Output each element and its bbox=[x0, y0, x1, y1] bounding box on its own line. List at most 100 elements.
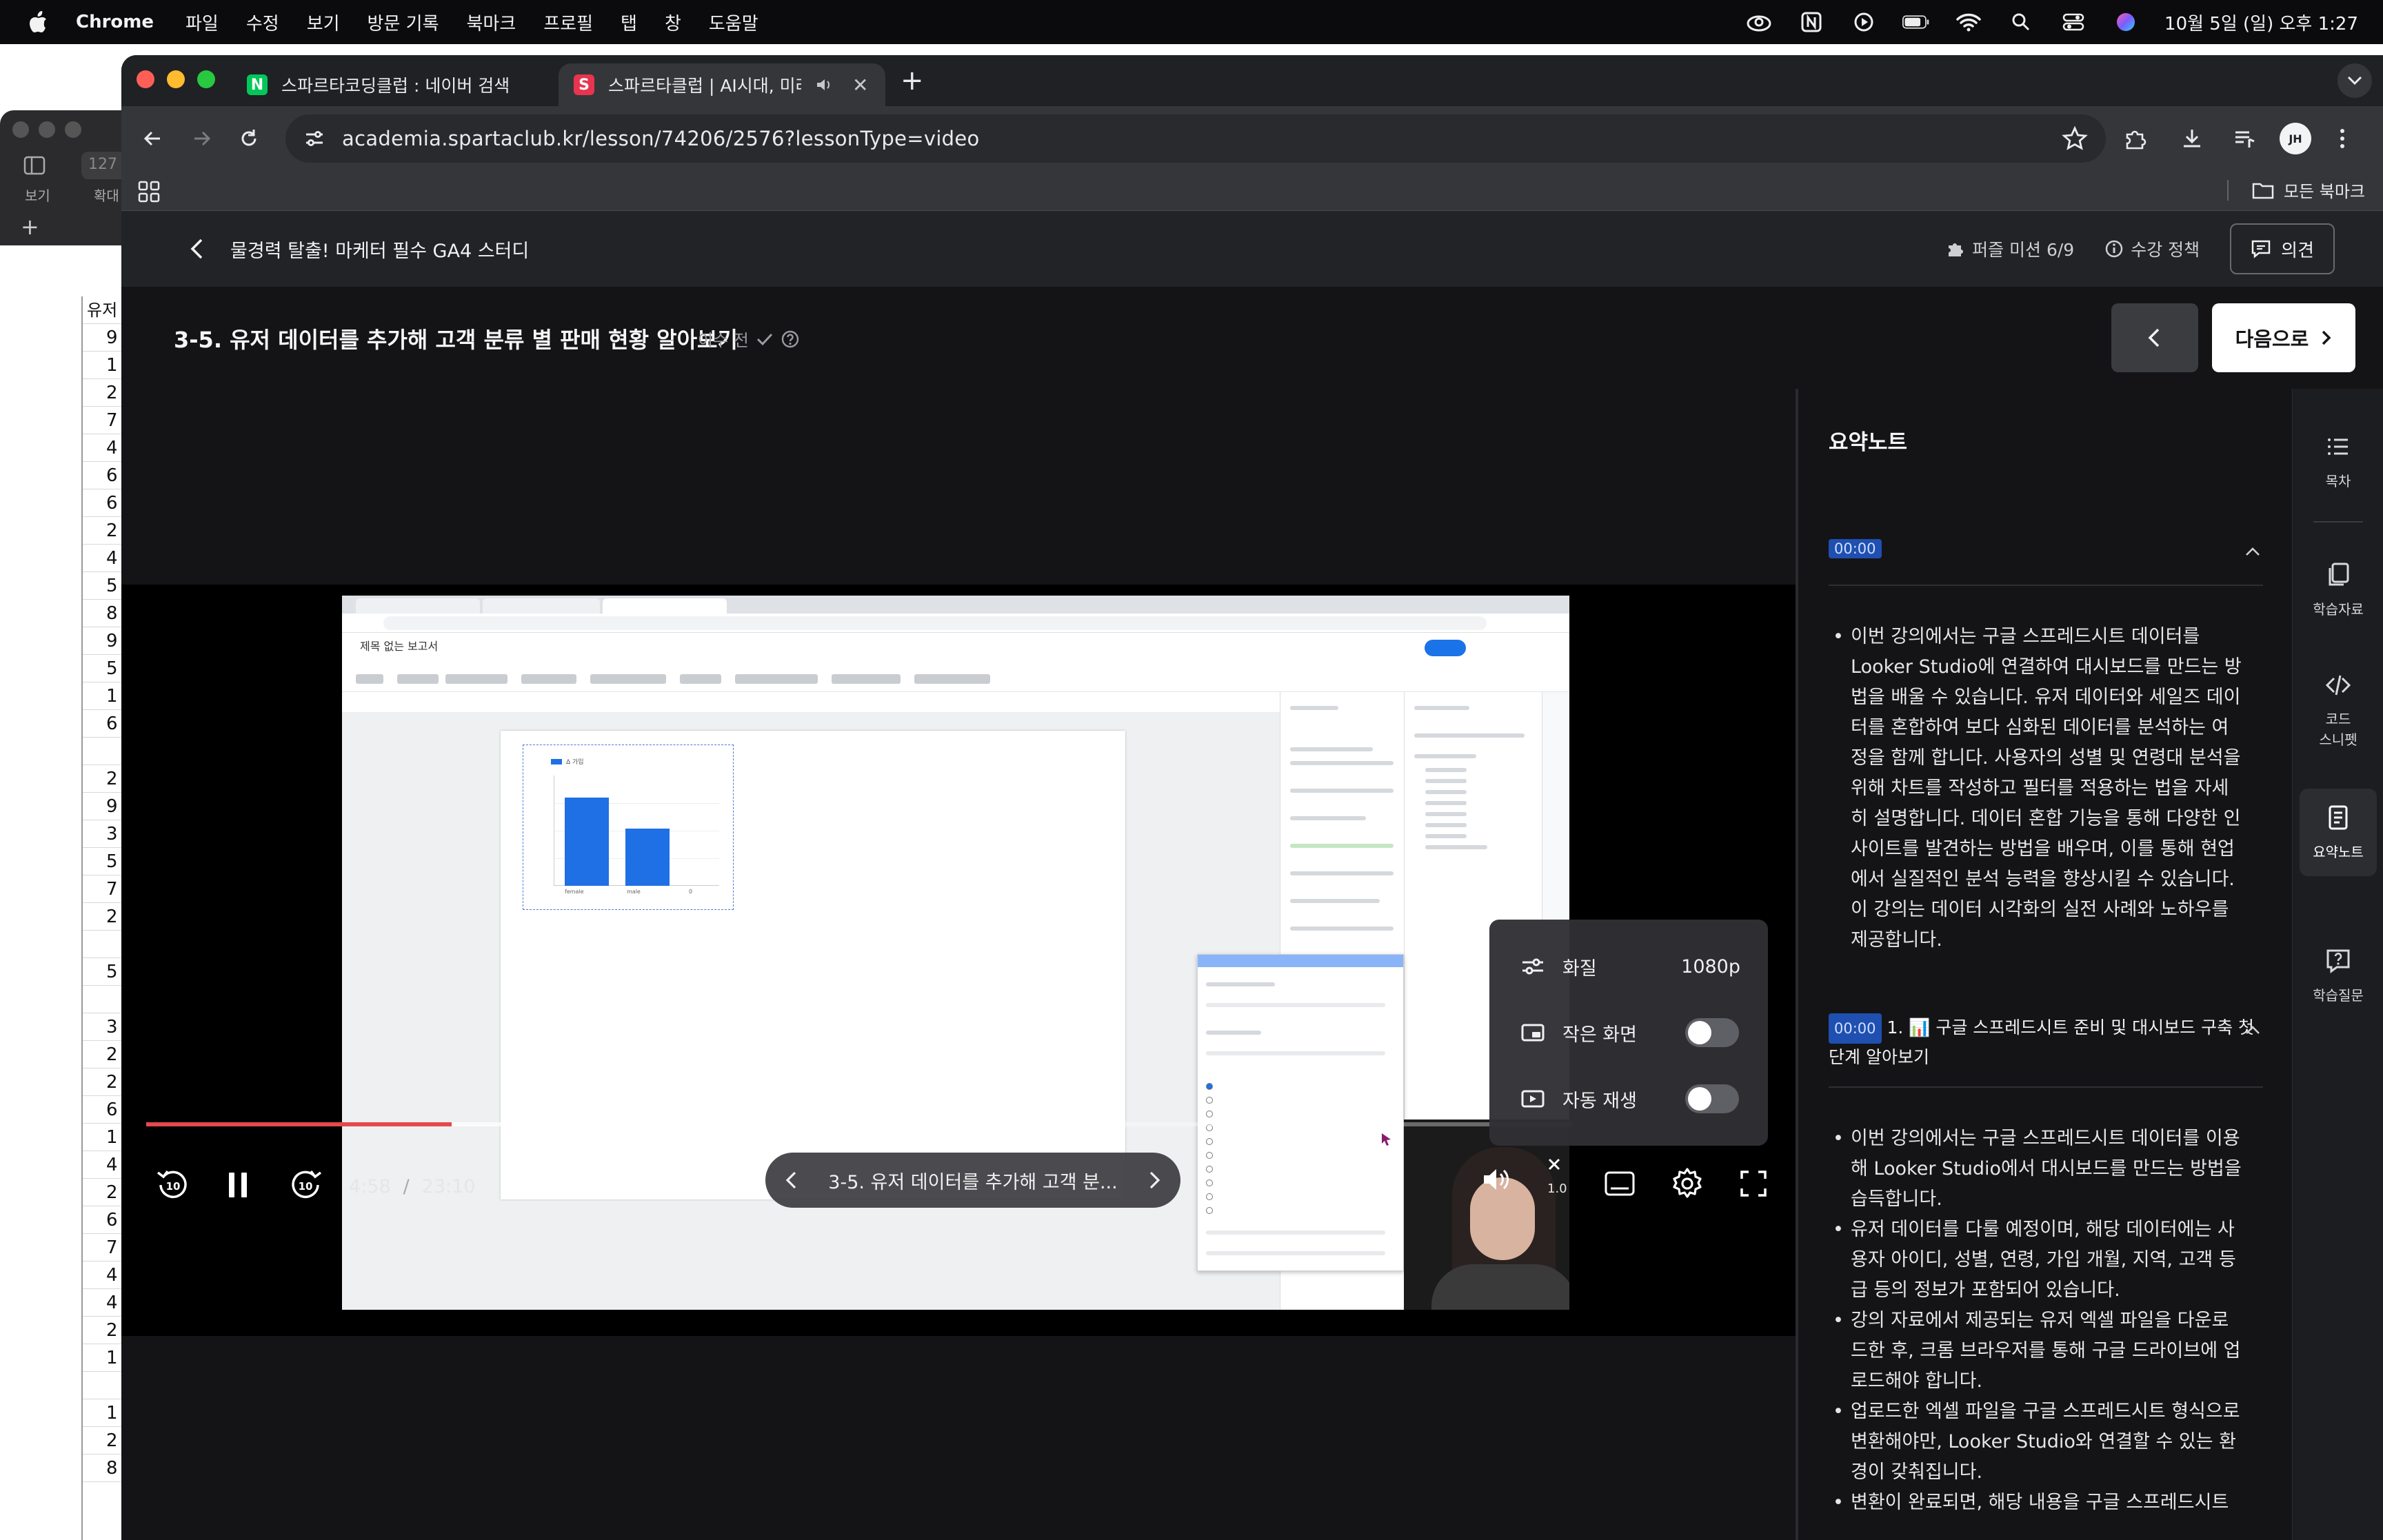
sheet-cell[interactable]: 2 bbox=[83, 903, 123, 931]
close-window-button[interactable] bbox=[137, 70, 154, 88]
quality-setting[interactable]: 화질 1080p bbox=[1489, 933, 1768, 1000]
menu-history[interactable]: 방문 기록 bbox=[368, 10, 439, 35]
sheet-cell[interactable] bbox=[83, 1372, 123, 1399]
subtitles-button[interactable] bbox=[1597, 1161, 1642, 1206]
volume-button[interactable] bbox=[1473, 1155, 1521, 1204]
sheet-cell[interactable]: 4 bbox=[83, 1289, 123, 1317]
spotlight-search-icon[interactable] bbox=[2007, 12, 2035, 32]
chevron-right-icon[interactable] bbox=[1146, 1168, 1163, 1192]
video-player[interactable]: 제목 없는 보고서 Δ 가입 female male 0 10 10 4:58 … bbox=[121, 389, 1796, 1540]
sheet-header-cell[interactable]: 유저 bbox=[83, 296, 123, 324]
sheet-cell[interactable]: 2 bbox=[83, 1427, 123, 1455]
apple-icon[interactable] bbox=[28, 10, 48, 34]
course-policy-link[interactable]: 수강 정책 bbox=[2104, 236, 2200, 261]
sheet-cell[interactable]: 4 bbox=[83, 1262, 123, 1289]
timestamp-badge[interactable]: 00:00 bbox=[1829, 1013, 1882, 1044]
sheet-cell[interactable]: 1 bbox=[83, 352, 123, 379]
sheet-cell[interactable]: 1 bbox=[83, 1399, 123, 1427]
menu-bookmarks[interactable]: 북마크 bbox=[467, 10, 516, 35]
apps-grid-icon[interactable] bbox=[135, 178, 163, 205]
menu-profile[interactable]: 프로필 bbox=[543, 10, 593, 35]
sheet-cell[interactable]: 5 bbox=[83, 958, 123, 986]
url-text[interactable]: academia.spartaclub.kr/lesson/74206/2576… bbox=[342, 127, 980, 150]
timestamp-badge[interactable]: 00:00 bbox=[1829, 539, 1882, 558]
pip-setting[interactable]: 작은 화면 bbox=[1489, 1000, 1768, 1066]
creative-cloud-icon[interactable] bbox=[1745, 12, 1773, 32]
sheet-cell[interactable]: 4 bbox=[83, 1151, 123, 1179]
chevron-left-icon[interactable] bbox=[783, 1168, 800, 1192]
back-button[interactable] bbox=[135, 121, 170, 156]
forward-10-button[interactable]: 10 bbox=[281, 1161, 330, 1209]
playback-speed[interactable]: 1.0 bbox=[1547, 1182, 1567, 1196]
sheet-cell[interactable]: 4 bbox=[83, 434, 123, 462]
sheet-cell[interactable]: 5 bbox=[83, 848, 123, 875]
sheet-cell[interactable]: 9 bbox=[83, 793, 123, 820]
downloads-button[interactable] bbox=[2175, 121, 2209, 156]
minimize-window-button[interactable] bbox=[167, 70, 185, 88]
opinion-button[interactable]: 의견 bbox=[2230, 223, 2335, 274]
sheet-cell[interactable]: 7 bbox=[83, 407, 123, 434]
pip-toggle[interactable] bbox=[1685, 1018, 1739, 1047]
sheet-cell[interactable]: 1 bbox=[83, 1124, 123, 1151]
sheet-cell[interactable]: 2 bbox=[83, 1041, 123, 1068]
menu-window[interactable]: 창 bbox=[665, 10, 681, 35]
menu-help[interactable]: 도움말 bbox=[709, 10, 758, 35]
chapter-navigator[interactable]: 3-5. 유저 데이터를 추가해 고객 분... bbox=[765, 1153, 1180, 1208]
sheet-cell[interactable]: 1 bbox=[83, 1344, 123, 1372]
sheet-cell[interactable]: 6 bbox=[83, 1096, 123, 1124]
sheet-cell[interactable]: 4 bbox=[83, 545, 123, 572]
bg-add-icon[interactable]: + bbox=[21, 214, 39, 240]
forward-button[interactable] bbox=[185, 121, 219, 156]
rail-item-materials[interactable]: 학습자료 bbox=[2300, 561, 2377, 618]
sheet-cell[interactable]: 2 bbox=[83, 379, 123, 407]
battery-icon[interactable] bbox=[1902, 12, 1930, 32]
control-center-icon[interactable] bbox=[2060, 12, 2087, 32]
sheet-cell[interactable]: 2 bbox=[83, 765, 123, 793]
audio-playing-icon[interactable] bbox=[815, 77, 833, 93]
all-bookmarks-button[interactable]: 모든 북마크 bbox=[2226, 178, 2365, 202]
tab-search-button[interactable] bbox=[2337, 63, 2372, 98]
sheet-cell[interactable] bbox=[83, 986, 123, 1013]
sheet-cell[interactable]: 1 bbox=[83, 682, 123, 710]
note-section-header[interactable]: 00:00 bbox=[1829, 539, 2263, 558]
sheet-cell[interactable]: 2 bbox=[83, 1317, 123, 1344]
fullscreen-button[interactable] bbox=[1729, 1159, 1778, 1208]
sheet-cell[interactable]: 3 bbox=[83, 820, 123, 848]
menu-view[interactable]: 보기 bbox=[307, 10, 340, 35]
close-tab-icon[interactable]: ✕ bbox=[852, 74, 868, 97]
play-circle-icon[interactable] bbox=[1850, 12, 1878, 32]
rail-item-toc[interactable]: 목차 bbox=[2300, 433, 2377, 490]
back-chevron-icon[interactable] bbox=[183, 234, 212, 263]
video-progress-bar[interactable] bbox=[146, 1122, 1573, 1126]
sheet-cell[interactable]: 5 bbox=[83, 655, 123, 682]
rail-item-code-snippet[interactable]: 코드 스니펫 bbox=[2300, 671, 2377, 750]
extensions-button[interactable] bbox=[2118, 121, 2153, 156]
new-tab-icon[interactable]: + bbox=[901, 65, 924, 97]
sheet-cell[interactable]: 2 bbox=[83, 517, 123, 545]
wifi-icon[interactable] bbox=[1955, 12, 1982, 32]
chevron-up-icon[interactable] bbox=[2242, 1020, 2263, 1041]
rewind-10-button[interactable]: 10 bbox=[149, 1161, 197, 1209]
autoplay-toggle[interactable] bbox=[1685, 1084, 1739, 1113]
sidebar-toggle-icon[interactable] bbox=[21, 152, 48, 179]
puzzle-mission-link[interactable]: 퍼즐 미션 6/9 bbox=[1946, 236, 2074, 261]
sheet-cell[interactable]: 2 bbox=[83, 1179, 123, 1206]
course-title[interactable]: 물경력 탈출! 마케터 필수 GA4 스터디 bbox=[230, 236, 529, 263]
zoom-window-button[interactable] bbox=[197, 70, 215, 88]
menu-edit[interactable]: 수정 bbox=[246, 10, 279, 35]
sheet-cell[interactable]: 8 bbox=[83, 600, 123, 627]
notion-icon[interactable] bbox=[1798, 12, 1825, 32]
menu-file[interactable]: 파일 bbox=[185, 10, 219, 35]
reload-button[interactable] bbox=[232, 121, 266, 156]
siri-icon[interactable] bbox=[2112, 12, 2140, 32]
next-lesson-button[interactable]: 다음으로 bbox=[2212, 303, 2355, 372]
help-circle-icon[interactable] bbox=[781, 330, 800, 349]
bookmark-star-icon[interactable] bbox=[2062, 125, 2088, 152]
sheet-cell[interactable]: 2 bbox=[83, 1068, 123, 1096]
profile-avatar[interactable]: JH bbox=[2280, 123, 2311, 154]
chapter-title[interactable]: 3-5. 유저 데이터를 추가해 고객 분... bbox=[828, 1167, 1117, 1194]
sheet-cell[interactable]: 7 bbox=[83, 1234, 123, 1262]
sheet-cell[interactable]: 9 bbox=[83, 627, 123, 655]
sheet-cell[interactable]: 8 bbox=[83, 1455, 123, 1482]
address-bar[interactable]: academia.spartaclub.kr/lesson/74206/2576… bbox=[285, 114, 2106, 163]
